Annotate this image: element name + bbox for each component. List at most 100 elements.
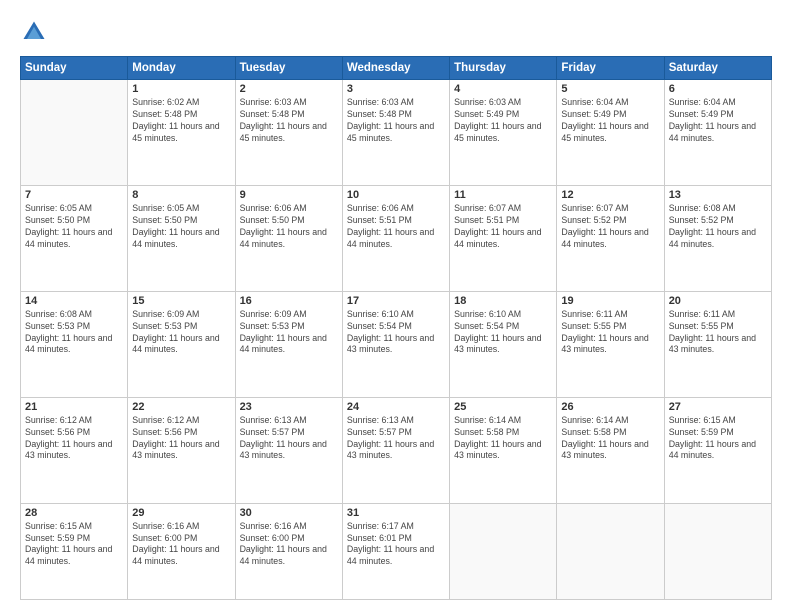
calendar-cell: 15 Sunrise: 6:09 AMSunset: 5:53 PMDayligh… — [128, 291, 235, 397]
day-number: 17 — [347, 295, 445, 307]
calendar-cell — [450, 503, 557, 599]
day-info: Sunrise: 6:13 AMSunset: 5:57 PMDaylight:… — [240, 415, 338, 463]
day-info: Sunrise: 6:02 AMSunset: 5:48 PMDaylight:… — [132, 97, 230, 145]
day-info: Sunrise: 6:14 AMSunset: 5:58 PMDaylight:… — [561, 415, 659, 463]
calendar-cell: 8 Sunrise: 6:05 AMSunset: 5:50 PMDaylight… — [128, 185, 235, 291]
day-number: 28 — [25, 507, 123, 519]
calendar-header-saturday: Saturday — [664, 57, 771, 80]
logo — [20, 18, 52, 46]
day-number: 25 — [454, 401, 552, 413]
day-number: 27 — [669, 401, 767, 413]
day-info: Sunrise: 6:10 AMSunset: 5:54 PMDaylight:… — [454, 309, 552, 357]
day-info: Sunrise: 6:11 AMSunset: 5:55 PMDaylight:… — [669, 309, 767, 357]
day-info: Sunrise: 6:15 AMSunset: 5:59 PMDaylight:… — [25, 521, 123, 569]
day-number: 9 — [240, 189, 338, 201]
day-number: 19 — [561, 295, 659, 307]
day-number: 8 — [132, 189, 230, 201]
day-info: Sunrise: 6:03 AMSunset: 5:49 PMDaylight:… — [454, 97, 552, 145]
day-number: 29 — [132, 507, 230, 519]
calendar-cell: 18 Sunrise: 6:10 AMSunset: 5:54 PMDayligh… — [450, 291, 557, 397]
calendar-week-1: 1Sunrise: 6:02 AMSunset: 5:48 PMDaylight… — [21, 80, 772, 186]
calendar-cell: 3Sunrise: 6:03 AMSunset: 5:48 PMDaylight… — [342, 80, 449, 186]
day-info: Sunrise: 6:08 AMSunset: 5:52 PMDaylight:… — [669, 203, 767, 251]
day-info: Sunrise: 6:16 AMSunset: 6:00 PMDaylight:… — [240, 521, 338, 569]
calendar-week-4: 21 Sunrise: 6:12 AMSunset: 5:56 PMDayligh… — [21, 397, 772, 503]
calendar-header-row: SundayMondayTuesdayWednesdayThursdayFrid… — [21, 57, 772, 80]
calendar-cell: 4 Sunrise: 6:03 AMSunset: 5:49 PMDaylight… — [450, 80, 557, 186]
day-number: 6 — [669, 83, 767, 95]
calendar-table: SundayMondayTuesdayWednesdayThursdayFrid… — [20, 56, 772, 600]
day-info: Sunrise: 6:13 AMSunset: 5:57 PMDaylight:… — [347, 415, 445, 463]
calendar-week-2: 7 Sunrise: 6:05 AMSunset: 5:50 PMDaylight… — [21, 185, 772, 291]
calendar-cell: 9 Sunrise: 6:06 AMSunset: 5:50 PMDaylight… — [235, 185, 342, 291]
day-number: 20 — [669, 295, 767, 307]
calendar-cell: 25Sunrise: 6:14 AMSunset: 5:58 PMDayligh… — [450, 397, 557, 503]
day-number: 26 — [561, 401, 659, 413]
day-number: 11 — [454, 189, 552, 201]
calendar-cell: 24Sunrise: 6:13 AMSunset: 5:57 PMDayligh… — [342, 397, 449, 503]
day-number: 16 — [240, 295, 338, 307]
calendar-header-monday: Monday — [128, 57, 235, 80]
calendar-cell: 29 Sunrise: 6:16 AMSunset: 6:00 PMDayligh… — [128, 503, 235, 599]
calendar-cell: 10 Sunrise: 6:06 AMSunset: 5:51 PMDayligh… — [342, 185, 449, 291]
day-number: 23 — [240, 401, 338, 413]
calendar-cell: 22 Sunrise: 6:12 AMSunset: 5:56 PMDayligh… — [128, 397, 235, 503]
day-number: 10 — [347, 189, 445, 201]
calendar-cell: 14 Sunrise: 6:08 AMSunset: 5:53 PMDayligh… — [21, 291, 128, 397]
calendar-week-5: 28 Sunrise: 6:15 AMSunset: 5:59 PMDayligh… — [21, 503, 772, 599]
calendar-cell: 31 Sunrise: 6:17 AMSunset: 6:01 PMDayligh… — [342, 503, 449, 599]
calendar-cell: 23 Sunrise: 6:13 AMSunset: 5:57 PMDayligh… — [235, 397, 342, 503]
day-info: Sunrise: 6:09 AMSunset: 5:53 PMDaylight:… — [132, 309, 230, 357]
day-number: 15 — [132, 295, 230, 307]
day-info: Sunrise: 6:09 AMSunset: 5:53 PMDaylight:… — [240, 309, 338, 357]
day-number: 31 — [347, 507, 445, 519]
day-info: Sunrise: 6:17 AMSunset: 6:01 PMDaylight:… — [347, 521, 445, 569]
day-number: 18 — [454, 295, 552, 307]
day-number: 21 — [25, 401, 123, 413]
calendar-header-friday: Friday — [557, 57, 664, 80]
calendar-cell — [664, 503, 771, 599]
day-info: Sunrise: 6:04 AMSunset: 5:49 PMDaylight:… — [669, 97, 767, 145]
calendar-cell: 12Sunrise: 6:07 AMSunset: 5:52 PMDayligh… — [557, 185, 664, 291]
day-number: 30 — [240, 507, 338, 519]
calendar-header-thursday: Thursday — [450, 57, 557, 80]
day-info: Sunrise: 6:05 AMSunset: 5:50 PMDaylight:… — [25, 203, 123, 251]
day-number: 5 — [561, 83, 659, 95]
day-number: 12 — [561, 189, 659, 201]
header — [20, 18, 772, 46]
calendar-header-tuesday: Tuesday — [235, 57, 342, 80]
day-info: Sunrise: 6:06 AMSunset: 5:50 PMDaylight:… — [240, 203, 338, 251]
day-number: 7 — [25, 189, 123, 201]
calendar-cell: 19Sunrise: 6:11 AMSunset: 5:55 PMDayligh… — [557, 291, 664, 397]
day-number: 2 — [240, 83, 338, 95]
calendar-cell — [21, 80, 128, 186]
day-info: Sunrise: 6:06 AMSunset: 5:51 PMDaylight:… — [347, 203, 445, 251]
calendar-header-wednesday: Wednesday — [342, 57, 449, 80]
calendar-cell: 13 Sunrise: 6:08 AMSunset: 5:52 PMDayligh… — [664, 185, 771, 291]
day-info: Sunrise: 6:08 AMSunset: 5:53 PMDaylight:… — [25, 309, 123, 357]
day-info: Sunrise: 6:05 AMSunset: 5:50 PMDaylight:… — [132, 203, 230, 251]
calendar-header-sunday: Sunday — [21, 57, 128, 80]
calendar-cell: 7 Sunrise: 6:05 AMSunset: 5:50 PMDaylight… — [21, 185, 128, 291]
calendar-cell: 21Sunrise: 6:12 AMSunset: 5:56 PMDayligh… — [21, 397, 128, 503]
calendar-cell: 11Sunrise: 6:07 AMSunset: 5:51 PMDayligh… — [450, 185, 557, 291]
calendar-cell: 16 Sunrise: 6:09 AMSunset: 5:53 PMDayligh… — [235, 291, 342, 397]
calendar-cell: 17 Sunrise: 6:10 AMSunset: 5:54 PMDayligh… — [342, 291, 449, 397]
day-info: Sunrise: 6:12 AMSunset: 5:56 PMDaylight:… — [132, 415, 230, 463]
day-number: 22 — [132, 401, 230, 413]
day-number: 4 — [454, 83, 552, 95]
day-info: Sunrise: 6:03 AMSunset: 5:48 PMDaylight:… — [240, 97, 338, 145]
day-number: 14 — [25, 295, 123, 307]
day-info: Sunrise: 6:16 AMSunset: 6:00 PMDaylight:… — [132, 521, 230, 569]
day-info: Sunrise: 6:04 AMSunset: 5:49 PMDaylight:… — [561, 97, 659, 145]
page: SundayMondayTuesdayWednesdayThursdayFrid… — [0, 0, 792, 612]
calendar-cell: 5 Sunrise: 6:04 AMSunset: 5:49 PMDaylight… — [557, 80, 664, 186]
calendar-cell: 20 Sunrise: 6:11 AMSunset: 5:55 PMDayligh… — [664, 291, 771, 397]
calendar-cell: 2 Sunrise: 6:03 AMSunset: 5:48 PMDaylight… — [235, 80, 342, 186]
calendar-cell: 1Sunrise: 6:02 AMSunset: 5:48 PMDaylight… — [128, 80, 235, 186]
calendar-cell: 28 Sunrise: 6:15 AMSunset: 5:59 PMDayligh… — [21, 503, 128, 599]
day-info: Sunrise: 6:10 AMSunset: 5:54 PMDaylight:… — [347, 309, 445, 357]
day-number: 13 — [669, 189, 767, 201]
calendar-cell — [557, 503, 664, 599]
logo-icon — [20, 18, 48, 46]
